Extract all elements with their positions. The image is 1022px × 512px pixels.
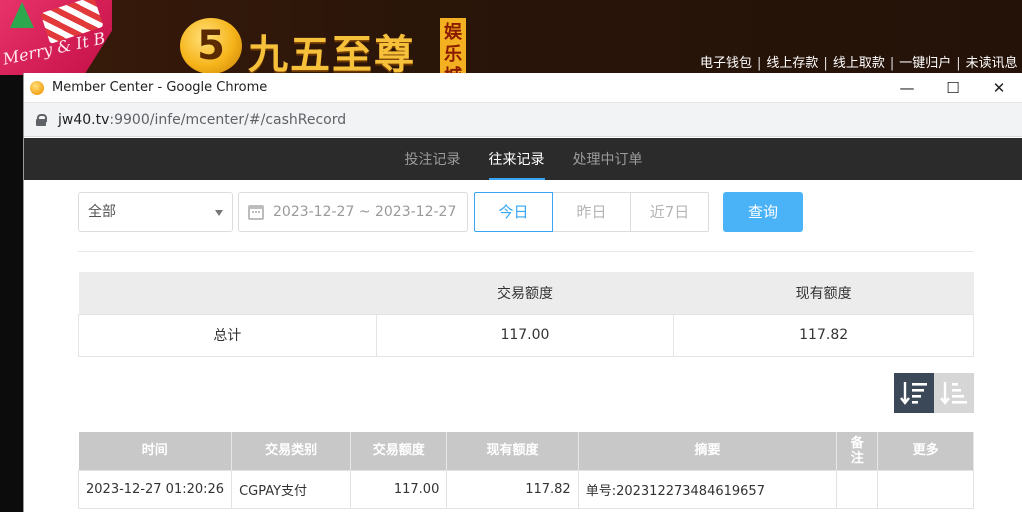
url-host: jw40.tv: [58, 111, 110, 128]
records-header-row: 时间 交易类别 交易额度 现有额度 摘要 备注 更多: [78, 432, 974, 470]
tab-cash-records[interactable]: 往来记录: [475, 138, 559, 180]
record-tabs: 投注记录 往来记录 处理中订单: [24, 138, 1022, 180]
filter-bar: 全部 2023-12-27 ~ 2023-12-27 今日 昨日 近7日 查询: [78, 192, 974, 232]
summary-total-balance: 117.82: [673, 313, 974, 357]
top-link-one-click-transfer[interactable]: 一键归户: [899, 56, 951, 71]
close-button[interactable]: ✕: [976, 79, 1022, 97]
header-time: 时间: [78, 432, 233, 470]
link-separator: |: [956, 56, 961, 71]
range-last-7-days-button[interactable]: 近7日: [630, 192, 709, 232]
cell-time: 2023-12-27 01:20:26: [77, 469, 233, 509]
header-amount: 交易额度: [350, 432, 448, 470]
summary-total-label: 总计: [78, 313, 377, 357]
site-top-links: 电子钱包 | 线上存款 | 线上取款 | 一键归户 | 未读讯息: [700, 52, 1022, 71]
divider: [78, 251, 974, 252]
header-transaction-type: 交易类别: [231, 432, 352, 470]
header-balance: 现有额度: [446, 432, 579, 470]
address-bar[interactable]: jw40.tv:9900/infe/mcenter/#/cashRecord: [24, 103, 1022, 137]
header-summary: 摘要: [578, 432, 838, 470]
summary-header-row: 交易额度 现有额度: [78, 272, 974, 315]
cell-amount: 117.00: [350, 469, 448, 509]
summary-header-blank: [78, 272, 377, 315]
tab-bet-records[interactable]: 投注记录: [391, 138, 475, 180]
caret-down-icon: [215, 210, 223, 216]
quick-range-group: 今日 昨日 近7日: [474, 192, 709, 232]
table-row[interactable]: 2023-12-27 01:20:26 CGPAY支付 117.00 117.8…: [77, 469, 974, 509]
cell-summary: 单号:202312273484619657: [577, 469, 838, 509]
link-separator: |: [757, 56, 762, 71]
tab-pending-orders[interactable]: 处理中订单: [559, 138, 657, 180]
chrome-popup-window: Member Center - Google Chrome — ☐ ✕ jw40…: [23, 73, 1022, 512]
header-remark: 备注: [836, 432, 879, 470]
minimize-button[interactable]: —: [884, 79, 930, 97]
sort-toggle: [894, 373, 974, 413]
favicon-icon: [30, 80, 44, 95]
calendar-icon: [248, 205, 264, 220]
summary-total-amount: 117.00: [375, 313, 675, 357]
header-more: 更多: [877, 432, 974, 470]
transaction-type-value: 全部: [88, 204, 116, 220]
cell-more[interactable]: [877, 469, 974, 509]
transaction-type-select[interactable]: 全部: [78, 192, 233, 232]
top-link-wallet[interactable]: 电子钱包: [700, 56, 752, 71]
sort-descending-button[interactable]: [894, 373, 934, 413]
sort-ascending-icon: [940, 382, 967, 405]
link-separator: |: [889, 56, 895, 71]
url-path: :9900/infe/mcenter/#/cashRecord: [109, 111, 347, 128]
summary-total-row: 总计 117.00 117.82: [78, 313, 974, 357]
sort-ascending-button[interactable]: [934, 373, 974, 413]
member-center-page: 投注记录 往来记录 处理中订单 全部 2023-12-27 ~ 2023-12-…: [24, 138, 1022, 512]
tree-icon: [10, 2, 34, 28]
summary-table: 交易额度 现有额度 总计 117.00 117.82: [78, 272, 974, 357]
site-banner: Merry & It B 5 九五至尊 娱乐城 电子钱包|线上存款|线上取款|一…: [0, 0, 1022, 170]
date-range-input[interactable]: 2023-12-27 ~ 2023-12-27: [238, 192, 468, 232]
background-left-strip: [0, 75, 23, 512]
cash-records-table: 时间 交易类别 交易额度 现有额度 摘要 备注 更多 2023-12-27 01…: [77, 432, 974, 509]
window-title: Member Center - Google Chrome: [52, 80, 268, 95]
link-separator: |: [823, 56, 828, 71]
summary-header-amount: 交易额度: [376, 272, 674, 315]
site-logo-tag: 娱乐城: [440, 18, 466, 87]
maximize-button[interactable]: ☐: [930, 79, 976, 97]
top-link-deposit[interactable]: 线上存款: [766, 56, 818, 71]
date-range-value: 2023-12-27 ~ 2023-12-27: [273, 204, 457, 220]
lock-icon[interactable]: [36, 113, 47, 126]
query-button[interactable]: 查询: [723, 192, 803, 232]
top-link-withdraw[interactable]: 线上取款: [833, 56, 885, 71]
site-logo-name[interactable]: 九五至尊: [248, 22, 416, 80]
cell-transaction-type: CGPAY支付: [231, 469, 352, 509]
range-today-button[interactable]: 今日: [474, 192, 553, 232]
site-logo-mark[interactable]: 5: [180, 18, 242, 74]
header-remark-label: 备注: [850, 435, 864, 466]
cell-remark: [836, 469, 879, 509]
window-titlebar[interactable]: Member Center - Google Chrome — ☐ ✕: [24, 73, 1022, 103]
cell-balance: 117.82: [446, 469, 579, 509]
summary-header-balance: 现有额度: [673, 272, 974, 315]
range-yesterday-button[interactable]: 昨日: [552, 192, 631, 232]
top-link-unread-messages[interactable]: 未读讯息: [966, 56, 1018, 71]
sort-descending-icon: [900, 382, 927, 405]
